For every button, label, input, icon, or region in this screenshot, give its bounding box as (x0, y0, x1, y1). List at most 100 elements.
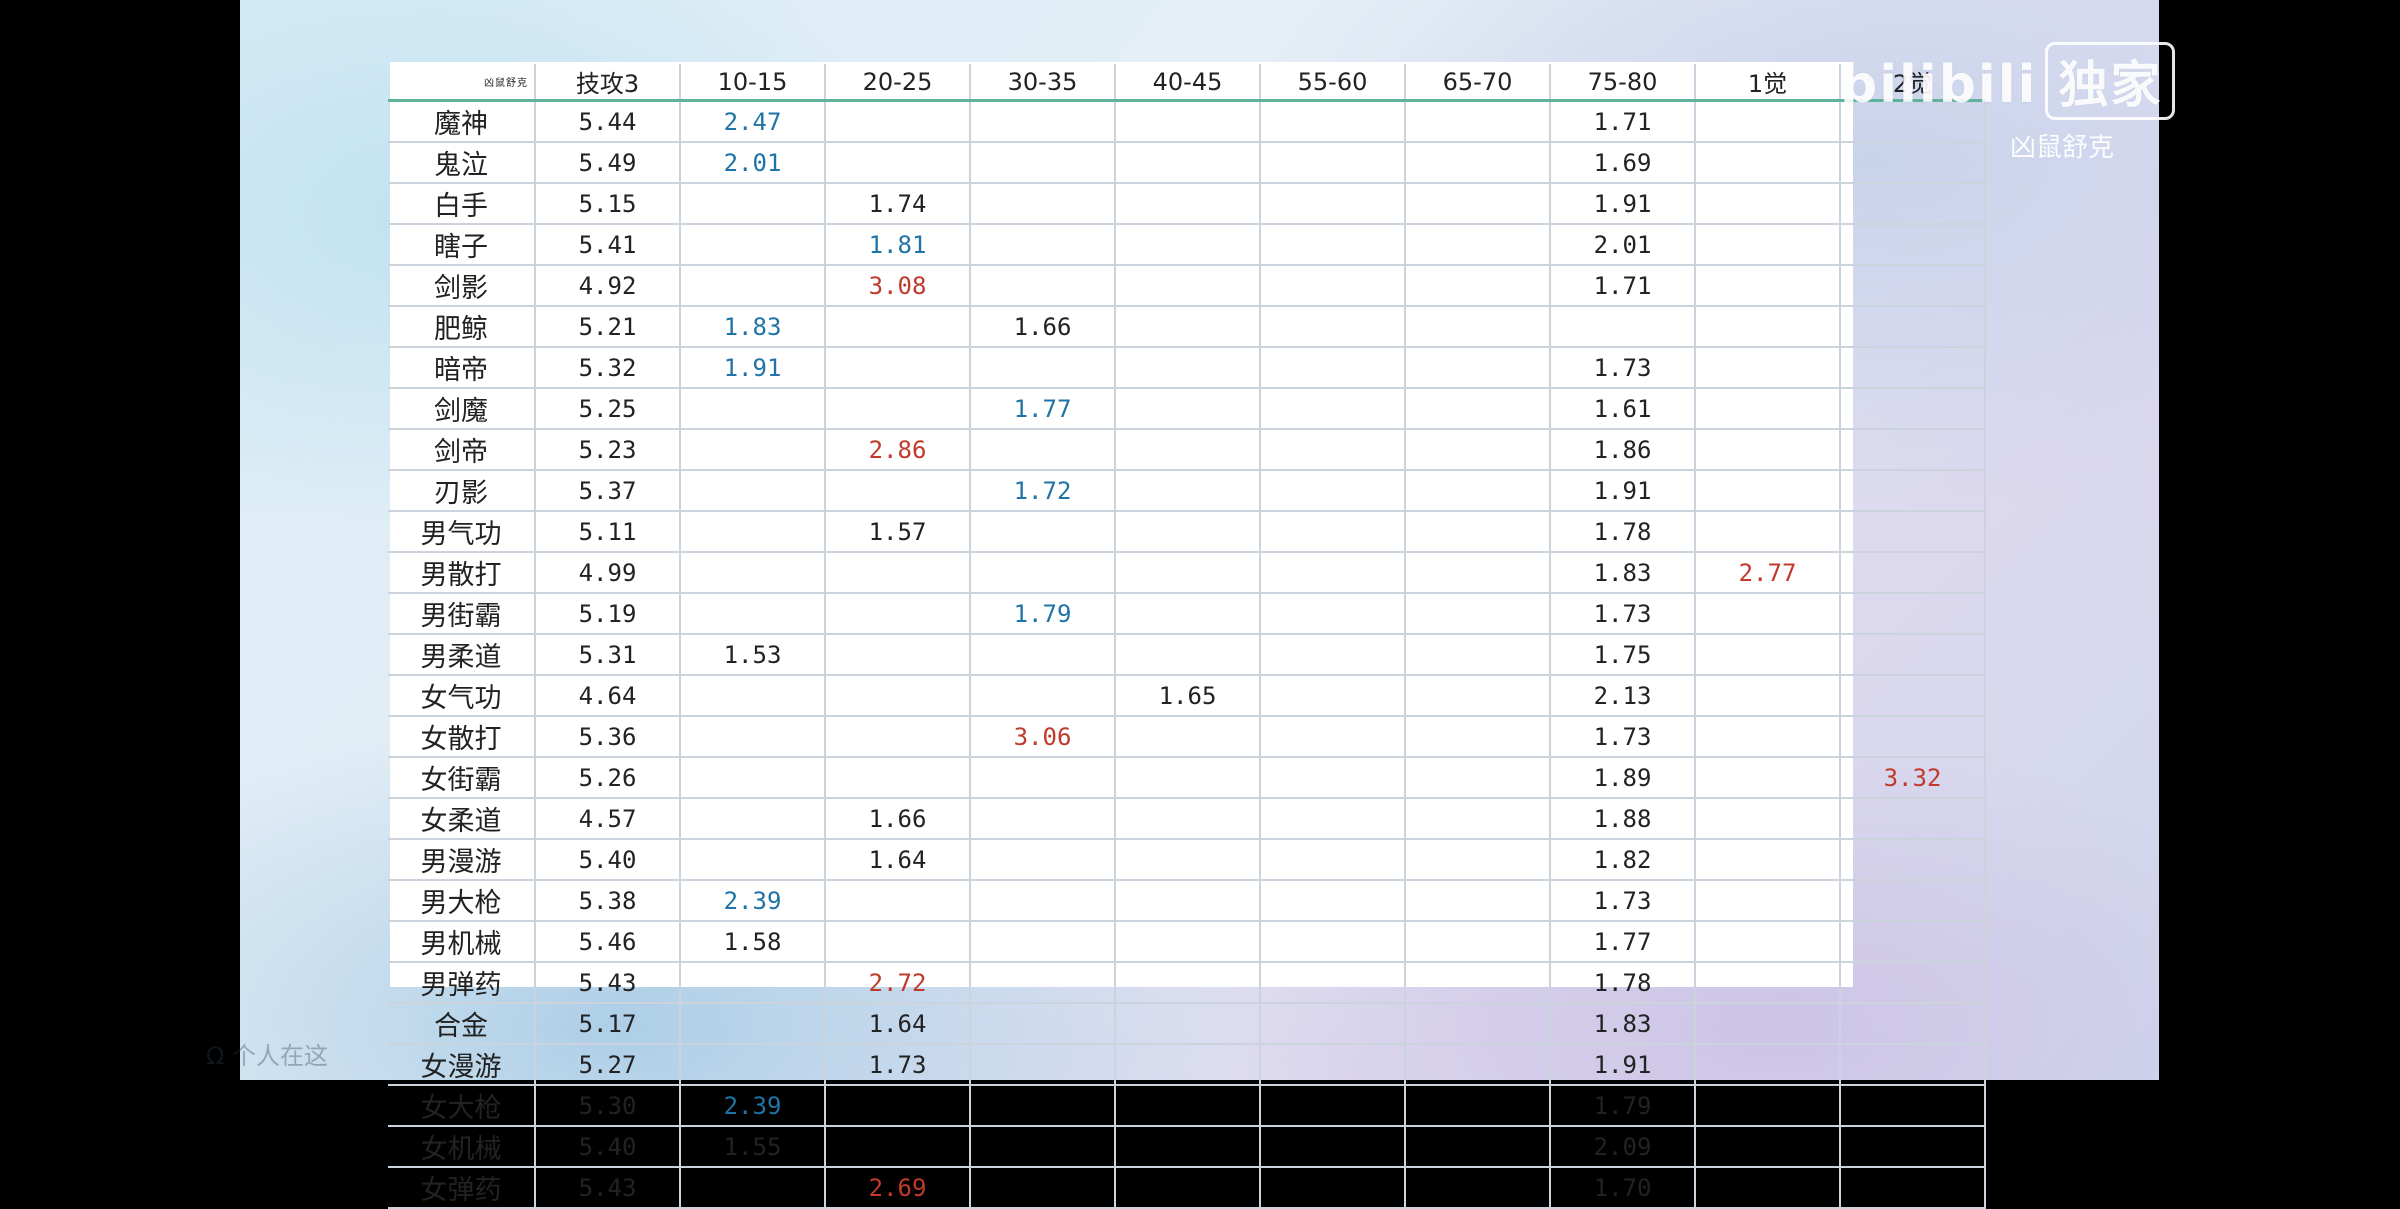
value-cell: 4.57 (535, 798, 681, 840)
value-cell (1550, 306, 1696, 348)
value-cell (1405, 593, 1551, 635)
value-cell (1695, 183, 1841, 225)
value-cell (825, 593, 971, 635)
table-row: 合金 5.17 1.64 1.83 (388, 1003, 1986, 1045)
value-cell (1115, 142, 1261, 184)
value-cell (1260, 142, 1406, 184)
value-cell (1260, 1126, 1406, 1168)
value-cell (1405, 511, 1551, 553)
value-cell (1695, 880, 1841, 922)
value-cell (1115, 1085, 1261, 1127)
value-cell (680, 757, 826, 799)
value-cell (1840, 552, 1986, 594)
value-cell: 1.71 (1550, 100, 1696, 143)
value-cell (1840, 470, 1986, 512)
column-header: 20-25 (825, 64, 971, 102)
value-cell (970, 511, 1116, 553)
value-cell (1840, 1003, 1986, 1045)
value-cell: 1.57 (825, 511, 971, 553)
value-cell (1840, 142, 1986, 184)
class-name-cell: 剑魔 (388, 388, 536, 430)
value-cell (1405, 921, 1551, 963)
table-row: 白手 5.15 1.74 1.91 (388, 183, 1986, 225)
value-cell: 1.78 (1550, 511, 1696, 553)
value-cell (1115, 1167, 1261, 1209)
value-cell (970, 265, 1116, 307)
value-cell (1695, 757, 1841, 799)
table-row: 男气功 5.11 1.57 1.78 (388, 511, 1986, 553)
value-cell: 2.01 (680, 142, 826, 184)
value-cell (970, 880, 1116, 922)
table-row: 鬼泣 5.49 2.01 1.69 (388, 142, 1986, 184)
value-cell (825, 142, 971, 184)
value-cell (1695, 470, 1841, 512)
value-cell (1115, 962, 1261, 1004)
value-cell: 1.77 (970, 388, 1116, 430)
value-cell (1260, 839, 1406, 881)
value-cell: 1.53 (680, 634, 826, 676)
table-row: 肥鲸 5.21 1.83 1.66 (388, 306, 1986, 348)
value-cell: 5.44 (535, 100, 681, 143)
exclusive-badge: 独家 (2045, 42, 2176, 120)
value-cell (1695, 716, 1841, 758)
value-cell (970, 1167, 1116, 1209)
value-cell (1840, 347, 1986, 389)
value-cell: 1.73 (1550, 716, 1696, 758)
value-cell (680, 593, 826, 635)
value-cell (1260, 511, 1406, 553)
value-cell (825, 716, 971, 758)
value-cell (1260, 757, 1406, 799)
value-cell: 5.26 (535, 757, 681, 799)
value-cell (1405, 757, 1551, 799)
value-cell (1405, 100, 1551, 143)
value-cell: 2.01 (1550, 224, 1696, 266)
table-row: 男漫游 5.40 1.64 1.82 (388, 839, 1986, 881)
value-cell (1405, 716, 1551, 758)
value-cell (1405, 429, 1551, 471)
value-cell (1115, 798, 1261, 840)
value-cell: 5.21 (535, 306, 681, 348)
value-cell: 2.86 (825, 429, 971, 471)
value-cell: 1.72 (970, 470, 1116, 512)
value-cell: 3.06 (970, 716, 1116, 758)
header-corner-label: 凶鼠舒克 (388, 64, 536, 102)
column-header: 65-70 (1405, 64, 1551, 102)
value-cell: 5.25 (535, 388, 681, 430)
value-cell (1840, 388, 1986, 430)
value-cell (680, 183, 826, 225)
value-cell (1695, 1126, 1841, 1168)
value-cell (1405, 347, 1551, 389)
value-cell (1695, 388, 1841, 430)
value-cell: 1.82 (1550, 839, 1696, 881)
value-cell (680, 962, 826, 1004)
value-cell (1695, 306, 1841, 348)
value-cell: 5.11 (535, 511, 681, 553)
class-name-cell: 男弹药 (388, 962, 536, 1004)
value-cell (1260, 798, 1406, 840)
value-cell: 5.23 (535, 429, 681, 471)
value-cell: 1.81 (825, 224, 971, 266)
value-cell: 2.47 (680, 100, 826, 143)
value-cell: 1.79 (970, 593, 1116, 635)
value-cell: 4.92 (535, 265, 681, 307)
damage-coefficient-table: 凶鼠舒克 技攻3 10-15 20-25 30-35 40-45 55-60 65-70 75… (388, 64, 1986, 1209)
class-name-cell: 男气功 (388, 511, 536, 553)
value-cell: 2.09 (1550, 1126, 1696, 1168)
value-cell (970, 1044, 1116, 1086)
table-row: 女弹药 5.43 2.69 1.70 (388, 1167, 1986, 1209)
value-cell (680, 265, 826, 307)
value-cell: 5.37 (535, 470, 681, 512)
value-cell (1260, 183, 1406, 225)
value-cell (1260, 100, 1406, 143)
value-cell (1695, 142, 1841, 184)
value-cell: 1.91 (1550, 1044, 1696, 1086)
value-cell (1840, 798, 1986, 840)
class-name-cell: 女散打 (388, 716, 536, 758)
value-cell: 5.17 (535, 1003, 681, 1045)
value-cell (970, 142, 1116, 184)
value-cell (1405, 142, 1551, 184)
class-name-cell: 魔神 (388, 100, 536, 143)
value-cell (825, 347, 971, 389)
value-cell (1260, 1167, 1406, 1209)
value-cell (1695, 265, 1841, 307)
